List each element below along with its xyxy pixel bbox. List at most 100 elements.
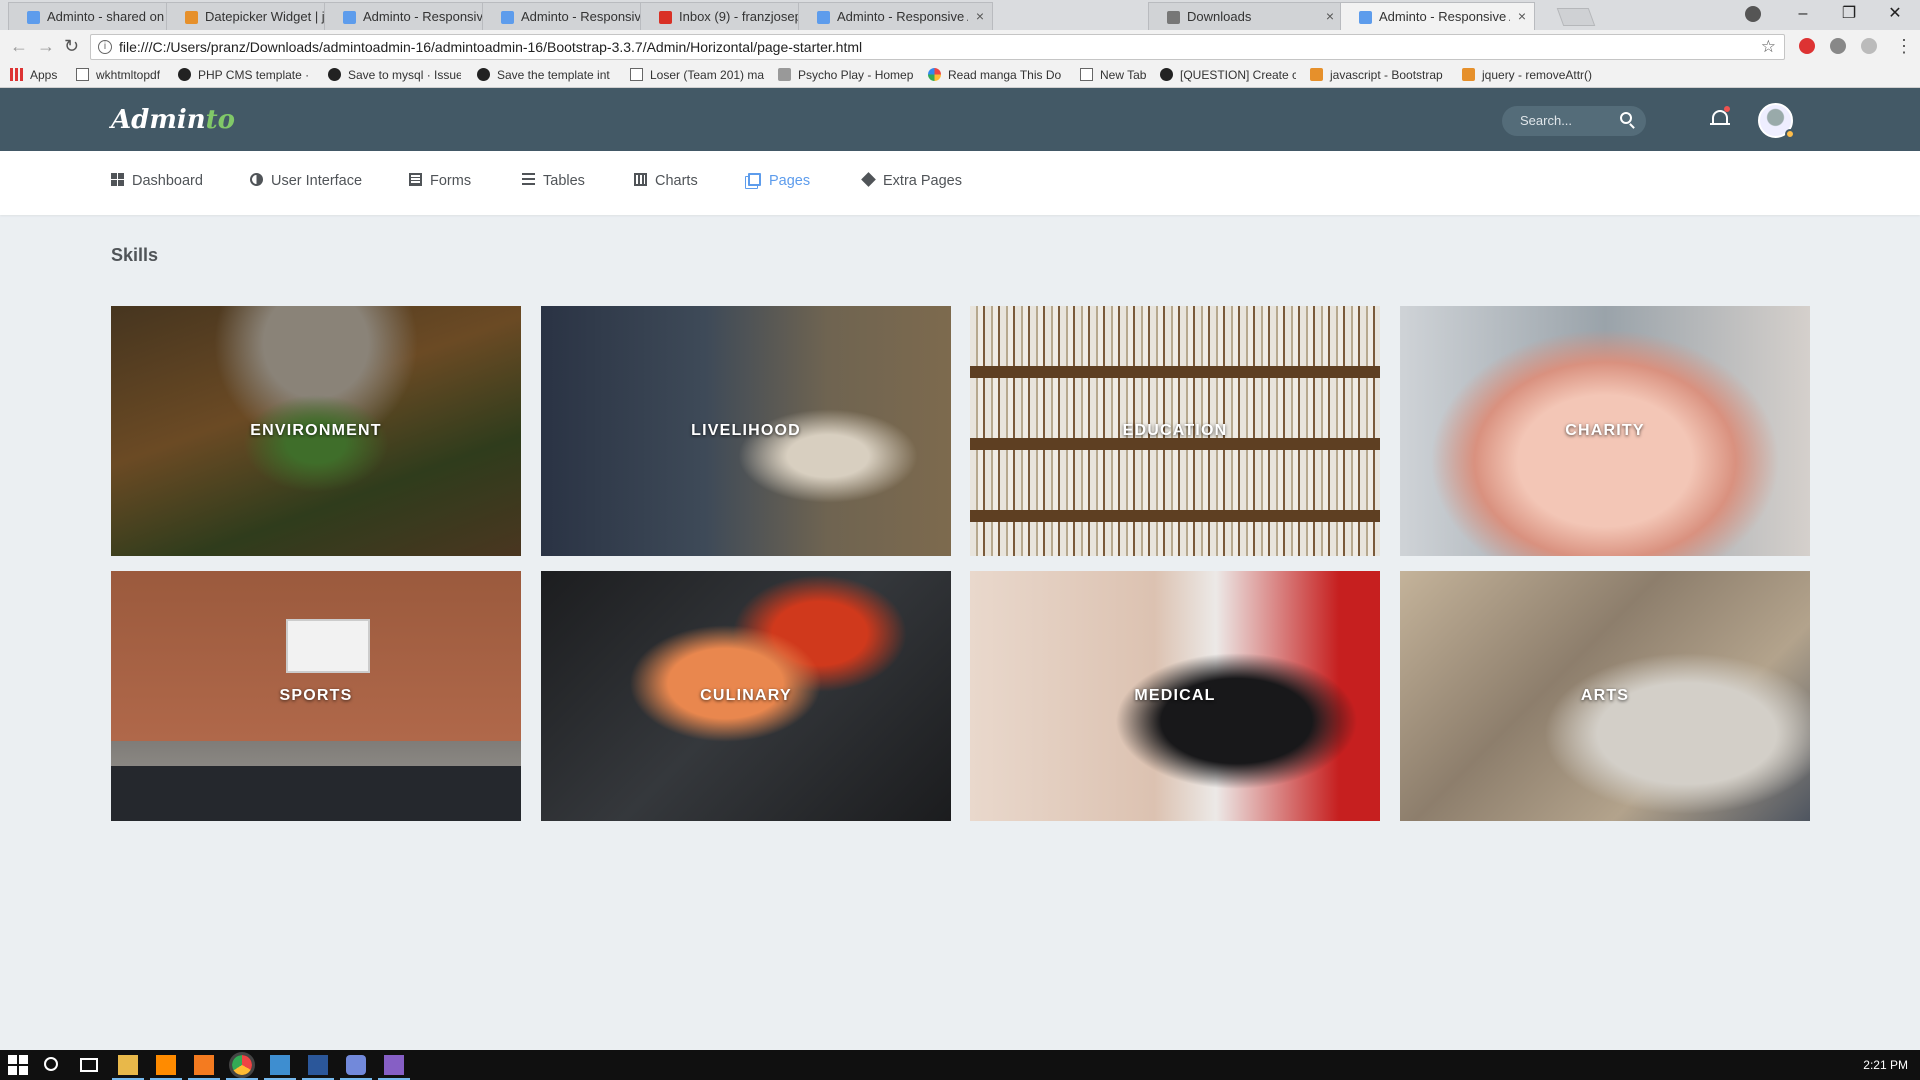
discord-icon[interactable] [340,1055,372,1080]
bookmark-item[interactable]: [QUESTION] Create c [1160,68,1296,82]
bookmark-item[interactable]: jquery - removeAttr() [1462,68,1602,82]
skill-card-sports[interactable]: SPORTS [111,571,521,821]
word-icon[interactable] [302,1055,334,1080]
browser-tab[interactable]: Adminto - Responsive Ac × [798,2,993,30]
close-icon[interactable]: × [976,8,984,24]
bookmarks-bar: Apps wkhtmltopdf PHP CMS template · Save… [0,64,1920,88]
tab-title: Adminto - Responsive Ac [363,9,494,24]
close-window-icon[interactable]: ✕ [1872,0,1918,30]
search-input[interactable]: Search... [1502,106,1646,136]
menu-kebab-icon[interactable]: ⋮ [1895,37,1913,55]
tab-favicon-icon [343,11,356,24]
search-icon[interactable] [44,1057,58,1071]
menu-item-user-interface[interactable]: User Interface [250,173,362,189]
browser-toolbar: ← → ↻ i file:///C:/Users/pranz/Downloads… [0,30,1920,64]
skill-card-label: LIVELIHOOD [691,422,801,439]
bookmark-item[interactable]: Loser (Team 201) ma [630,68,765,82]
new-tab-button[interactable] [1556,8,1596,26]
tab-title: Adminto - Responsive Ac [1379,9,1510,24]
skill-card-arts[interactable]: ARTS [1400,571,1810,821]
tab-favicon-icon [27,11,40,24]
dashboard-icon [111,173,124,186]
online-status-dot [1785,129,1795,139]
tab-title: Datepicker Widget | jQue [205,9,336,24]
bookmark-item[interactable]: Save to mysql · Issue [328,68,461,82]
apps-grid-icon [10,68,23,81]
menu-item-dashboard[interactable]: Dashboard [111,173,203,189]
skill-card-environment[interactable]: ENVIRONMENT [111,306,521,556]
windows-start-icon[interactable] [8,1055,28,1075]
pages-icon [748,173,761,186]
chrome-icon[interactable] [226,1052,258,1080]
skill-card-label: EDUCATION [1122,422,1228,439]
star-icon[interactable]: ☆ [1761,37,1776,57]
menu-item-pages[interactable]: Pages [748,173,810,189]
skill-card-education[interactable]: EDUCATION [970,306,1380,556]
task-view-icon[interactable] [80,1058,98,1072]
bookmark-item[interactable]: Psycho Play - Homep [778,68,913,82]
github-icon [1160,68,1173,81]
close-icon[interactable]: × [1326,8,1334,24]
back-icon[interactable]: ← [10,37,28,55]
bell-icon[interactable] [1710,106,1730,128]
bookmark-item[interactable]: Save the template int [477,68,615,82]
tab-favicon-icon [185,11,198,24]
menu-item-tables[interactable]: Tables [522,173,585,189]
forward-icon[interactable]: → [37,37,55,55]
bookmark-item[interactable]: javascript - Bootstrap [1310,68,1450,82]
charts-icon [634,173,647,186]
avatar[interactable] [1758,103,1795,139]
page-title: Skills [111,245,159,265]
bookmark-item[interactable]: PHP CMS template · [178,68,308,82]
notification-dot [1724,106,1730,112]
github-icon [477,68,490,81]
tab-favicon-icon [817,11,830,24]
stackoverflow-icon [1310,68,1323,81]
xampp-icon[interactable] [188,1055,220,1080]
menu-item-charts[interactable]: Charts [634,173,698,189]
menu-item-extra-pages[interactable]: Extra Pages [861,172,962,189]
reload-icon[interactable]: ↻ [64,37,79,55]
skill-card-label: SPORTS [279,687,353,704]
skill-card-livelihood[interactable]: LIVELIHOOD [541,306,951,556]
bookmark-item[interactable]: New Tab [1080,68,1146,82]
browser-tab-active[interactable]: Adminto - Responsive Ac × [1340,2,1535,30]
skill-card-charity[interactable]: CHARITY [1400,306,1810,556]
search-icon[interactable] [1620,112,1632,124]
bookmark-item[interactable]: Apps [10,68,57,82]
address-bar[interactable]: i file:///C:/Users/pranz/Downloads/admin… [90,34,1785,60]
menu-item-forms[interactable]: Forms [409,173,471,189]
skill-card-label: CULINARY [700,687,792,704]
bookmark-item[interactable]: wkhtmltopdf [76,68,160,82]
browser-tab[interactable]: Downloads × [1148,2,1343,30]
profile-icon[interactable] [1745,6,1761,22]
restore-icon[interactable]: ❐ [1826,0,1872,30]
extra-pages-icon [861,172,876,187]
shield-icon[interactable] [1861,38,1877,54]
app-topbar: Adminto Search... [0,88,1920,151]
logo[interactable]: Adminto [111,105,235,135]
windows-taskbar: 2:21 PM [0,1050,1920,1080]
extension-icon[interactable] [1830,38,1846,54]
download-icon [1167,11,1180,24]
skill-card-label: MEDICAL [1134,687,1216,704]
skill-card-medical[interactable]: MEDICAL [970,571,1380,821]
page-icon [76,68,89,81]
opera-extension-icon[interactable] [1799,38,1815,54]
gmail-icon [659,11,672,24]
minimize-icon[interactable]: – [1780,0,1826,30]
file-explorer-icon[interactable] [112,1055,144,1080]
close-icon[interactable]: × [1518,8,1526,24]
stackoverflow-icon [1462,68,1475,81]
app-cube-icon[interactable] [264,1055,296,1080]
page-icon [1080,68,1093,81]
skill-card-culinary[interactable]: CULINARY [541,571,951,821]
sublime-text-icon[interactable] [150,1055,182,1080]
visual-studio-icon[interactable] [378,1055,410,1080]
tab-title: Adminto - shared on the [47,9,178,24]
psycho-play-icon [778,68,791,81]
tab-title: Adminto - Responsive Ac [521,9,652,24]
forms-icon [409,173,422,186]
bookmark-item[interactable]: Read manga This Do [928,68,1068,82]
info-icon[interactable]: i [98,40,112,54]
